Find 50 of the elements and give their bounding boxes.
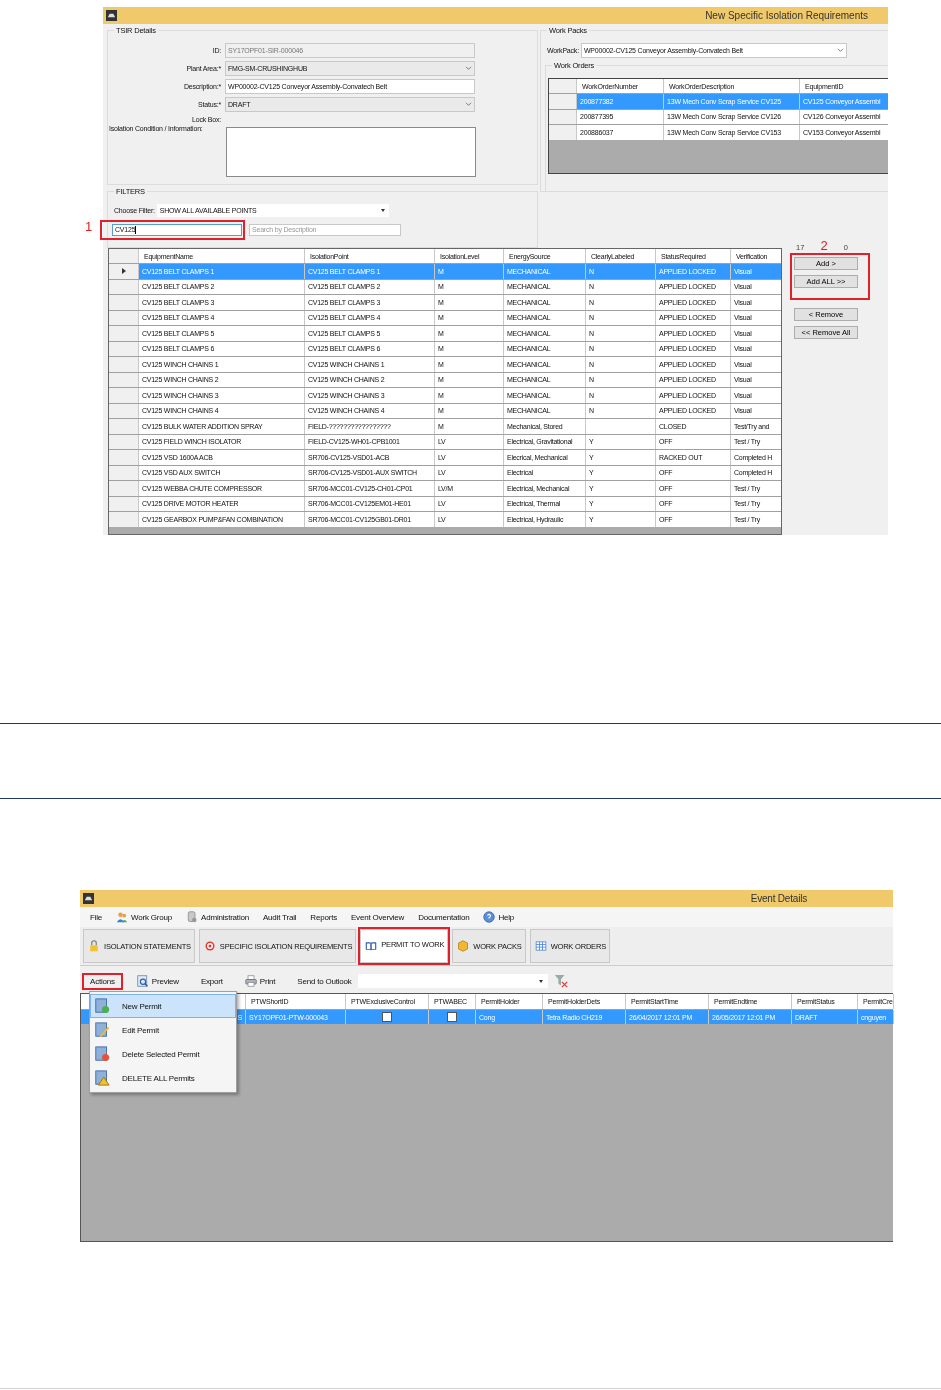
row-header: [109, 249, 139, 263]
printer-icon: [244, 975, 257, 987]
menu-item[interactable]: Event Overview: [350, 912, 405, 922]
table-icon: [534, 940, 547, 952]
menu-item[interactable]: Reports: [310, 912, 337, 922]
app-icon: [83, 893, 94, 904]
menu-item[interactable]: Administration: [186, 911, 249, 923]
chevron-down-icon: [836, 47, 844, 53]
box-icon: [457, 940, 470, 952]
clear-filter-icon[interactable]: [553, 974, 568, 988]
caret-icon: [538, 979, 543, 983]
magnifier-icon: [136, 975, 149, 987]
menu-item[interactable]: File: [90, 912, 103, 922]
menu-item[interactable]: New Permit: [90, 994, 236, 1018]
document-warning-icon: [94, 1070, 110, 1086]
toolbar-button[interactable]: Print: [238, 973, 282, 989]
checkbox[interactable]: [382, 1012, 392, 1022]
menu-item[interactable]: Delete Selected Permit: [90, 1042, 236, 1066]
annotation-number: 1: [85, 220, 93, 233]
row-pointer-icon: [121, 268, 126, 275]
toolbar-button[interactable]: Actions: [84, 974, 121, 988]
help-icon: [483, 911, 496, 923]
caret-icon: [380, 209, 385, 213]
row-header: [549, 79, 577, 93]
people-icon: [116, 911, 129, 923]
row-header[interactable]: [109, 264, 139, 279]
document-plus-icon: [94, 998, 110, 1014]
lock-icon: [88, 940, 100, 952]
menu-item[interactable]: Help: [483, 911, 515, 923]
menu-item[interactable]: Documentation: [418, 912, 470, 922]
chevron-down-icon: [465, 65, 472, 71]
app-icon: [106, 10, 117, 21]
document-pencil-icon: [94, 1022, 110, 1038]
checkbox[interactable]: [447, 1012, 457, 1022]
document-minus-icon: [94, 1046, 110, 1062]
toolbar-button[interactable]: Preview: [130, 973, 185, 989]
menu-item[interactable]: DELETE ALL Permits: [90, 1066, 236, 1090]
toolbar-button[interactable]: Export: [194, 974, 229, 988]
text-area[interactable]: [226, 127, 476, 177]
server-icon: [186, 911, 199, 923]
annotation-number: 2: [820, 239, 828, 252]
dropdown-field[interactable]: [357, 974, 548, 988]
menu-item[interactable]: Work Group: [116, 911, 173, 923]
window-title: New Specific Isolation Requirements: [705, 10, 868, 21]
target-icon: [203, 940, 216, 952]
window-title: Event Details: [750, 893, 807, 904]
chevron-down-icon: [465, 101, 472, 107]
menu-item[interactable]: Audit Trail: [262, 912, 297, 922]
book-icon: [365, 940, 378, 952]
toolbar-button[interactable]: Send to Outlook: [291, 974, 358, 988]
